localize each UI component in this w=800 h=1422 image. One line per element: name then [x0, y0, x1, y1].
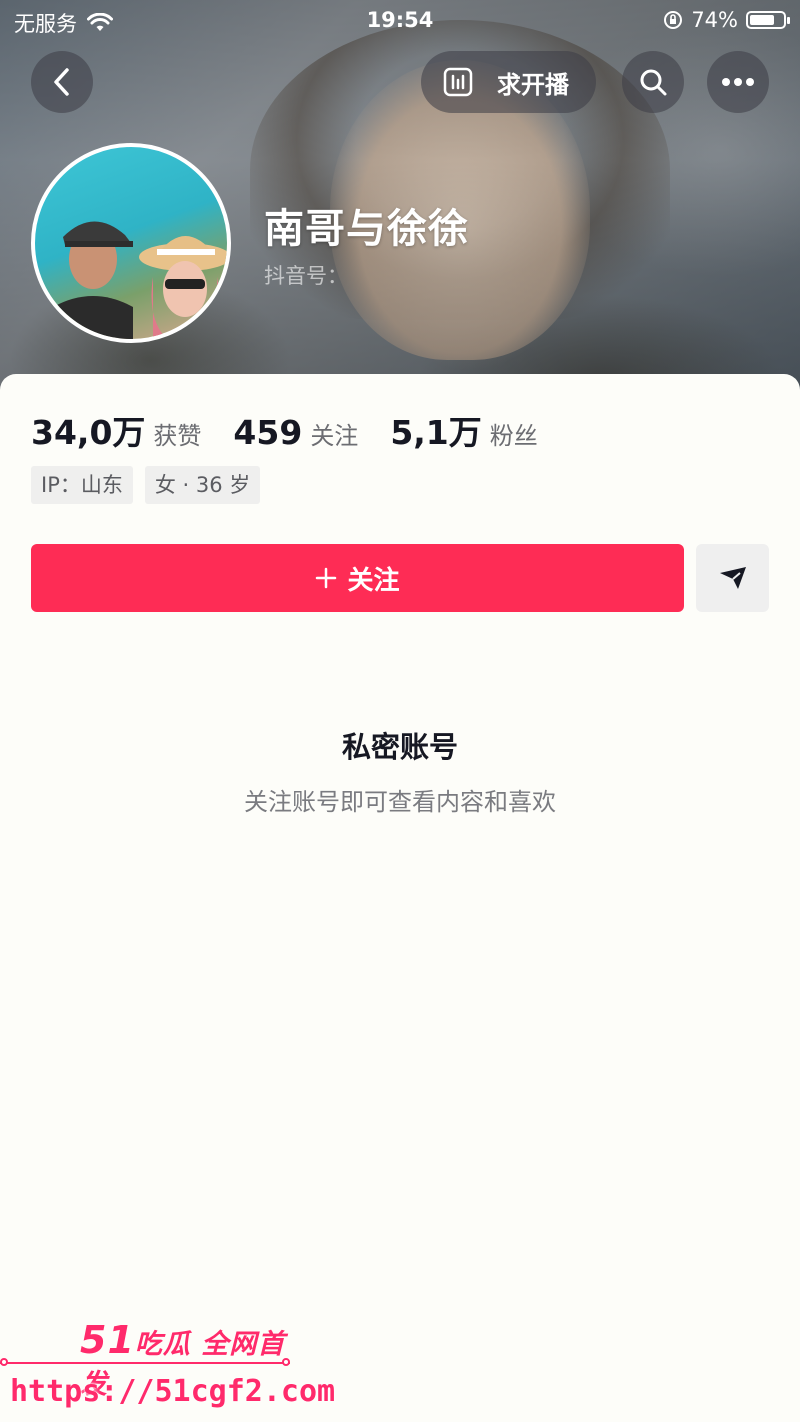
stat-likes-label: 获赞 — [153, 422, 202, 450]
avatar-man-figure — [53, 221, 133, 339]
avatar-woman-figure — [139, 236, 227, 339]
stat-following[interactable]: 459 关注 — [233, 413, 358, 452]
watermark-rule — [0, 1362, 290, 1364]
rotation-lock-icon — [664, 11, 683, 29]
share-message-button[interactable] — [696, 544, 769, 612]
stat-likes-value: 34,0万 — [31, 413, 146, 452]
profile-stats: 34,0万 获赞 459 关注 5,1万 粉丝 — [31, 406, 570, 454]
battery-fill — [750, 15, 774, 25]
status-bar: 无服务 19:54 74% — [0, 0, 800, 40]
watermark-dot — [282, 1358, 290, 1366]
avatar[interactable] — [31, 143, 231, 343]
search-icon — [640, 69, 667, 96]
stat-likes[interactable]: 34,0万 获赞 — [31, 406, 201, 454]
stat-following-value: 459 — [233, 413, 303, 452]
more-dots-icon — [722, 78, 754, 86]
status-right: 74% — [663, 8, 790, 32]
battery-percent: 74% — [691, 8, 738, 32]
stat-following-label: 关注 — [310, 422, 359, 450]
back-button[interactable] — [31, 51, 93, 113]
send-arrow-icon — [719, 567, 746, 589]
request-live-button[interactable]: 求开播 — [421, 51, 596, 113]
douyin-id-label: 抖音号： — [264, 264, 348, 288]
stat-followers-label: 粉丝 — [489, 422, 538, 450]
private-account-subtitle: 关注账号即可查看内容和喜欢 — [244, 788, 556, 816]
profile-tags: IP：山东 女 · 36 岁 — [31, 466, 261, 504]
gender-age-tag: 女 · 36 岁 — [144, 466, 261, 504]
watermark-url: https://51cgf2.com — [10, 1374, 336, 1409]
watermark-dot — [0, 1358, 8, 1366]
watermark-brand-number: 51 — [80, 1318, 135, 1362]
bar-chart-icon — [443, 67, 473, 97]
profile-panel: 34,0万 获赞 459 关注 5,1万 粉丝 IP：山东 女 · 36 岁 关… — [0, 374, 800, 1422]
follow-button[interactable]: 关注 — [31, 544, 684, 612]
ip-location-tag: IP：山东 — [31, 466, 133, 504]
chevron-left-icon — [54, 68, 69, 96]
search-button[interactable] — [622, 51, 684, 113]
profile-name: 南哥与徐徐 — [264, 206, 469, 252]
stat-followers-value: 5,1万 — [390, 413, 482, 452]
more-button[interactable] — [707, 51, 769, 113]
plus-icon — [316, 567, 337, 589]
follow-label: 关注 — [347, 565, 400, 596]
private-account-title: 私密账号 — [341, 730, 458, 764]
request-live-label: 求开播 — [497, 70, 569, 99]
watermark: 51吃瓜 全网首发 https://51cgf2.com — [0, 1310, 335, 1422]
battery-icon — [746, 11, 790, 29]
stat-followers[interactable]: 5,1万 粉丝 — [390, 406, 537, 454]
